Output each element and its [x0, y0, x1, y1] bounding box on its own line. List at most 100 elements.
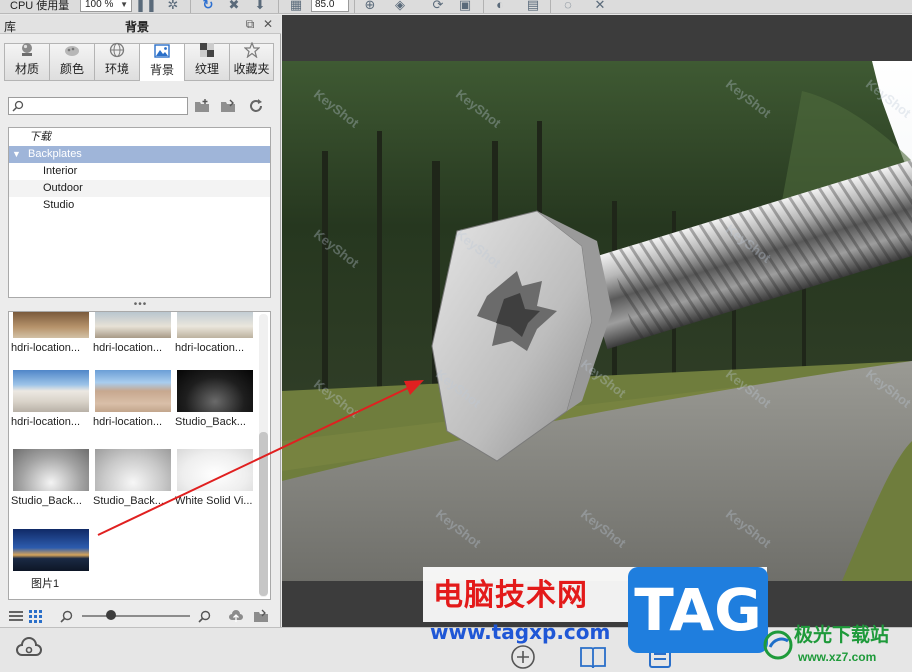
- thumbnail-item[interactable]: Studio_Back...: [175, 370, 255, 428]
- search-input[interactable]: [25, 99, 185, 113]
- thumbnail-caption: Studio_Back...: [175, 416, 246, 428]
- close-tool-icon[interactable]: ✕: [592, 0, 608, 12]
- zoom-input[interactable]: 85.0: [311, 0, 349, 12]
- tree-item-interior[interactable]: Interior: [9, 163, 270, 180]
- zoom-value: 85.0: [315, 0, 335, 10]
- tab-backgrounds[interactable]: 背景: [139, 43, 184, 81]
- tab-label: 材质: [14, 62, 39, 76]
- tab-label: 背景: [149, 63, 174, 77]
- tab-materials[interactable]: 材质: [4, 43, 49, 81]
- thumbnail-caption: Studio_Back...: [11, 495, 82, 507]
- slider-knob[interactable]: [106, 610, 116, 620]
- tree-item-label: Studio: [43, 199, 75, 211]
- undock-icon[interactable]: ⧉: [243, 17, 257, 31]
- layout-icon[interactable]: ▤: [525, 0, 541, 12]
- thumbnail-caption: hdri-location...: [11, 416, 81, 428]
- picture-icon: [153, 43, 171, 59]
- grid-icon[interactable]: ▦: [288, 0, 304, 12]
- tree-item-label: Backplates: [28, 148, 82, 160]
- thumbnail-image: [95, 370, 171, 412]
- thumbnail-item[interactable]: Studio_Back...: [93, 449, 173, 507]
- zoom-out-icon[interactable]: [58, 608, 74, 624]
- import-folder-icon[interactable]: [253, 608, 269, 624]
- top-toolbar: CPU 使用量 100 % ▼ ❚❚ ✲ ↻ ✖ ⬇ ▦ 85.0 ⊕ ◈ ⟳ …: [0, 0, 912, 14]
- thumbnail-item[interactable]: hdri-location...: [175, 312, 255, 354]
- tree-item-outdoor[interactable]: Outdoor: [9, 180, 270, 197]
- add-camera-icon[interactable]: [508, 642, 538, 672]
- panel-splitter[interactable]: •••: [0, 300, 281, 310]
- tab-label: 收藏夹: [233, 62, 270, 76]
- tab-textures[interactable]: 纹理: [184, 43, 229, 81]
- tools-icon[interactable]: ✖: [226, 0, 242, 12]
- lock-icon[interactable]: ▣: [457, 0, 473, 12]
- tree-item-backplates[interactable]: ▼ Backplates: [9, 146, 270, 163]
- thumbnail-image: [95, 449, 171, 491]
- folder-tree: 下载 ▼ Backplates Interior Outdoor Studio: [8, 127, 271, 298]
- library-panel: 库 背景 ⧉ ✕ 材质 颜色 环境 背景 纹理 收藏夹 下载 ▼ Backpla…: [0, 15, 281, 627]
- thumbnail-item[interactable]: hdri-location...: [93, 312, 173, 354]
- thumbnail-item[interactable]: hdri-location...: [11, 370, 91, 428]
- refresh-icon[interactable]: [246, 96, 266, 116]
- download-icon[interactable]: ⬇: [252, 0, 268, 12]
- cpu-usage-select[interactable]: 100 % ▼: [80, 0, 132, 12]
- thumbnail-caption: hdri-location...: [93, 416, 163, 428]
- thumbnail-image: [13, 370, 89, 412]
- add-folder-icon[interactable]: [192, 96, 212, 116]
- tree-item-label: 下载: [29, 131, 51, 143]
- chevron-down-icon: ▼: [120, 0, 128, 9]
- thumbnail-item[interactable]: White Solid Vi...: [175, 449, 255, 507]
- thumbnail-item[interactable]: hdri-location...: [11, 312, 91, 354]
- zoom-in-icon[interactable]: [196, 608, 212, 624]
- thumbnail-image: [13, 449, 89, 491]
- thumbnail-size-slider[interactable]: [82, 615, 190, 617]
- site-url: www.xz7.com: [798, 650, 877, 664]
- rotate-icon[interactable]: ⟳: [430, 0, 446, 12]
- aurora-logo-icon: [763, 630, 793, 660]
- paint-icon[interactable]: ◌: [560, 0, 576, 12]
- thumbnail-caption: White Solid Vi...: [175, 495, 253, 507]
- close-icon[interactable]: ✕: [261, 17, 275, 31]
- thumbnail-gallery: hdri-location... hdri-location... hdri-l…: [8, 311, 271, 600]
- thumbnail-caption: hdri-location...: [175, 342, 245, 354]
- thumbnail-item[interactable]: 图片1: [11, 529, 91, 591]
- site-logo: 极光下载站 www.xz7.com: [758, 619, 912, 672]
- tree-item-downloads[interactable]: 下载: [9, 129, 270, 146]
- refresh-icon[interactable]: ↻: [200, 0, 216, 12]
- thumbnail-item[interactable]: hdri-location...: [93, 370, 173, 428]
- search-icon: [12, 100, 24, 112]
- zoom-fit-icon[interactable]: ⊕: [362, 0, 378, 12]
- material-icon[interactable]: ◐: [492, 0, 508, 12]
- panel-header: 库 背景 ⧉ ✕: [0, 15, 281, 34]
- tab-environments[interactable]: 环境: [94, 42, 139, 81]
- tree-item-label: Interior: [43, 165, 78, 177]
- thumbnail-caption: Studio_Back...: [93, 495, 164, 507]
- render-viewport[interactable]: KeyShot KeyShot KeyShot KeyShot KeyShot …: [282, 15, 912, 627]
- color-icon: [63, 42, 81, 58]
- camera-icon[interactable]: ◈: [392, 0, 408, 12]
- tab-colors[interactable]: 颜色: [49, 43, 94, 81]
- scrollbar-thumb[interactable]: [259, 432, 268, 596]
- cloud-upload-icon[interactable]: [228, 608, 244, 624]
- gallery-footer: [0, 605, 281, 627]
- grid-view-icon[interactable]: [27, 608, 43, 624]
- toolbar-separator: [483, 0, 484, 13]
- toolbar-separator: [550, 0, 551, 13]
- chevron-down-icon[interactable]: ▼: [12, 146, 21, 163]
- render-settings-icon[interactable]: ✲: [165, 0, 181, 12]
- scene-illustration: [282, 61, 912, 581]
- thumbnail-image: [177, 370, 253, 412]
- book-icon[interactable]: [578, 642, 608, 672]
- tree-item-studio[interactable]: Studio: [9, 197, 270, 214]
- tab-favorites[interactable]: 收藏夹: [229, 42, 274, 81]
- cloud-library-icon[interactable]: [14, 632, 44, 662]
- thumbnail-caption: hdri-location...: [93, 342, 163, 354]
- pause-icon[interactable]: ❚❚: [135, 0, 157, 12]
- thumbnail-caption: 图片1: [31, 578, 60, 590]
- thumbnail-item[interactable]: Studio_Back...: [11, 449, 91, 507]
- thumbnail-image: [95, 312, 171, 338]
- folder-icon[interactable]: [218, 96, 238, 116]
- list-view-icon[interactable]: [8, 608, 24, 624]
- thumbnail-image: [13, 529, 89, 571]
- globe-icon: [108, 42, 126, 58]
- gallery-scrollbar[interactable]: [259, 314, 268, 597]
